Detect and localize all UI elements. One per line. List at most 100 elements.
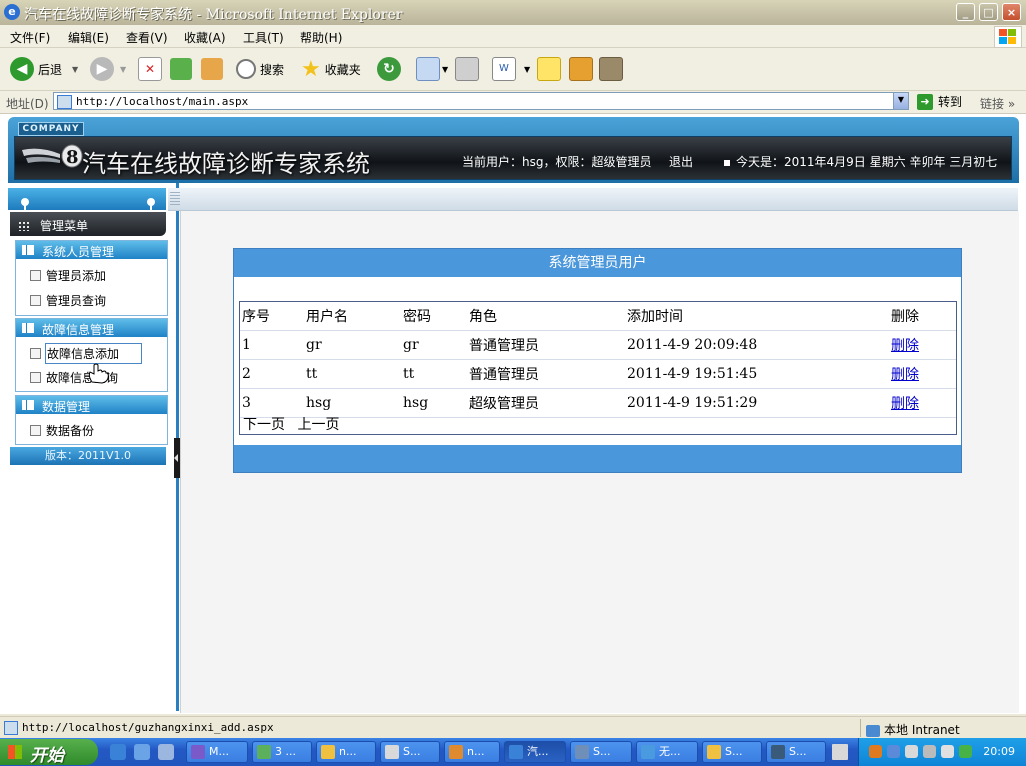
menu-edit[interactable]: 编辑(E) (68, 29, 109, 46)
search-icon (236, 59, 256, 79)
task-button[interactable]: S... (380, 741, 440, 763)
column-header: 删除 (889, 302, 956, 331)
panel-footer (234, 445, 961, 472)
menu-favorites[interactable]: 收藏(A) (184, 29, 226, 46)
task-button-active[interactable]: 汽... (504, 741, 566, 763)
print-button[interactable] (455, 56, 479, 82)
delete-link[interactable]: 删除 (891, 367, 919, 383)
toolbar: ◀ 后退 ▼ ▶ ▼ ✕ 搜索 ★ 收藏夹 ↻ ▼ W ▼ (0, 48, 1026, 91)
back-arrow-icon: ◀ (10, 57, 34, 81)
nav-item-fault-add[interactable]: 故障信息添加 (16, 341, 167, 364)
cell-password: gr (401, 330, 467, 360)
app-icon (575, 745, 589, 759)
minimize-button[interactable]: _ (956, 3, 975, 21)
cell-index: 1 (240, 330, 304, 360)
task-button[interactable]: 无... (636, 741, 698, 763)
clock: 20:09 (983, 745, 1015, 758)
delete-link[interactable]: 删除 (891, 396, 919, 412)
column-header: 序号 (240, 302, 304, 331)
task-button[interactable]: n... (444, 741, 500, 763)
tray-icon[interactable] (923, 745, 936, 758)
app-icon (257, 745, 271, 759)
messenger-button[interactable] (599, 56, 623, 82)
cell-role: 普通管理员 (467, 359, 625, 389)
go-button[interactable]: ➜ 转到 (917, 93, 962, 110)
intranet-icon (866, 724, 880, 737)
app-icon (191, 745, 205, 759)
menu-file[interactable]: 文件(F) (10, 29, 50, 46)
word-icon: W (492, 57, 516, 81)
maximize-button[interactable]: □ (979, 3, 998, 21)
tray-icon[interactable] (905, 745, 918, 758)
address-dropdown-button[interactable]: ▼ (893, 93, 908, 109)
nav-item-admin-add[interactable]: 管理员添加 (16, 263, 167, 285)
star-icon: ★ (301, 56, 321, 82)
grid-icon (18, 221, 30, 231)
page-icon (30, 348, 41, 359)
address-bar: 地址(D) http://localhost/main.aspx ▼ ➜ 转到 … (0, 91, 1026, 114)
next-page-link[interactable]: 下一页 (243, 417, 285, 433)
tray-icon[interactable] (887, 745, 900, 758)
home-button[interactable] (201, 56, 223, 82)
page-icon (30, 425, 41, 436)
system-tray: 20:09 (858, 738, 1026, 766)
column-header: 添加时间 (625, 302, 889, 331)
edit-button[interactable]: W ▼ (492, 56, 530, 82)
note-button[interactable] (537, 56, 561, 82)
search-button[interactable]: 搜索 (236, 56, 284, 82)
delete-link[interactable]: 删除 (891, 338, 919, 354)
section-header[interactable]: 故障信息管理 (16, 319, 167, 337)
address-input[interactable]: http://localhost/main.aspx (53, 92, 909, 110)
task-button[interactable]: S... (570, 741, 632, 763)
section-header[interactable]: 数据管理 (16, 396, 167, 414)
section-header[interactable]: 系统人员管理 (16, 241, 167, 259)
address-label: 地址(D) (6, 97, 49, 111)
favorites-button[interactable]: ★ 收藏夹 (301, 56, 361, 82)
task-button[interactable]: S... (702, 741, 762, 763)
forward-arrow-icon: ▶ (90, 57, 114, 81)
home-icon (201, 58, 223, 80)
ie-icon: e (4, 4, 20, 20)
stop-button[interactable]: ✕ (138, 56, 162, 82)
ie-quicklaunch-icon[interactable] (110, 744, 126, 760)
task-button[interactable]: S... (766, 741, 826, 763)
research-button[interactable] (569, 56, 593, 82)
date-display: 今天是：2011年4月9日 星期六 辛卯年 三月初七 (724, 153, 997, 170)
start-button[interactable]: 开始 (0, 739, 98, 766)
prev-page-link[interactable]: 上一页 (297, 417, 339, 433)
cell-added-time: 2011-4-9 20:09:48 (625, 330, 889, 360)
app-icon (449, 745, 463, 759)
logout-link[interactable]: 退出 (669, 153, 693, 170)
folder-icon (22, 400, 34, 410)
cell-password: hsg (401, 388, 467, 418)
nav-item-data-backup[interactable]: 数据备份 (16, 418, 167, 440)
close-button[interactable]: × (1002, 3, 1021, 21)
desktop-quicklaunch-icon[interactable] (158, 744, 174, 760)
back-button[interactable]: ◀ 后退 ▼ (10, 56, 78, 82)
menu-tools[interactable]: 工具(T) (243, 29, 284, 46)
cell-role: 超级管理员 (467, 388, 625, 418)
history-button[interactable]: ↻ (377, 56, 401, 82)
column-header: 密码 (401, 302, 467, 331)
nav-item-admin-query[interactable]: 管理员查询 (16, 288, 167, 310)
tray-icon[interactable] (869, 745, 882, 758)
tray-icon[interactable] (959, 745, 972, 758)
explorer-quicklaunch-icon[interactable] (134, 744, 150, 760)
task-button[interactable]: M... (186, 741, 248, 763)
company-tag: COMPANY (18, 122, 84, 136)
menu-help[interactable]: 帮助(H) (300, 29, 342, 46)
forward-button[interactable]: ▶ ▼ (90, 56, 126, 82)
menu-view[interactable]: 查看(V) (126, 29, 168, 46)
links-button[interactable]: 链接 » (980, 95, 1015, 112)
task-button[interactable]: 3 ... (252, 741, 312, 763)
status-url: http://localhost/guzhangxinxi_add.aspx (22, 721, 274, 734)
cell-added-time: 2011-4-9 19:51:45 (625, 359, 889, 389)
window-title-bar[interactable]: e 汽车在线故障诊断专家系统 - Microsoft Internet Expl… (0, 0, 1026, 25)
task-button[interactable]: n... (316, 741, 376, 763)
bullet-icon (724, 159, 730, 166)
mail-button[interactable]: ▼ (416, 56, 448, 82)
tray-icon[interactable] (941, 745, 954, 758)
refresh-button[interactable] (170, 56, 192, 82)
keyboard-icon[interactable] (832, 744, 848, 760)
section-staff-management: 系统人员管理 管理员添加 管理员查询 (15, 240, 168, 316)
